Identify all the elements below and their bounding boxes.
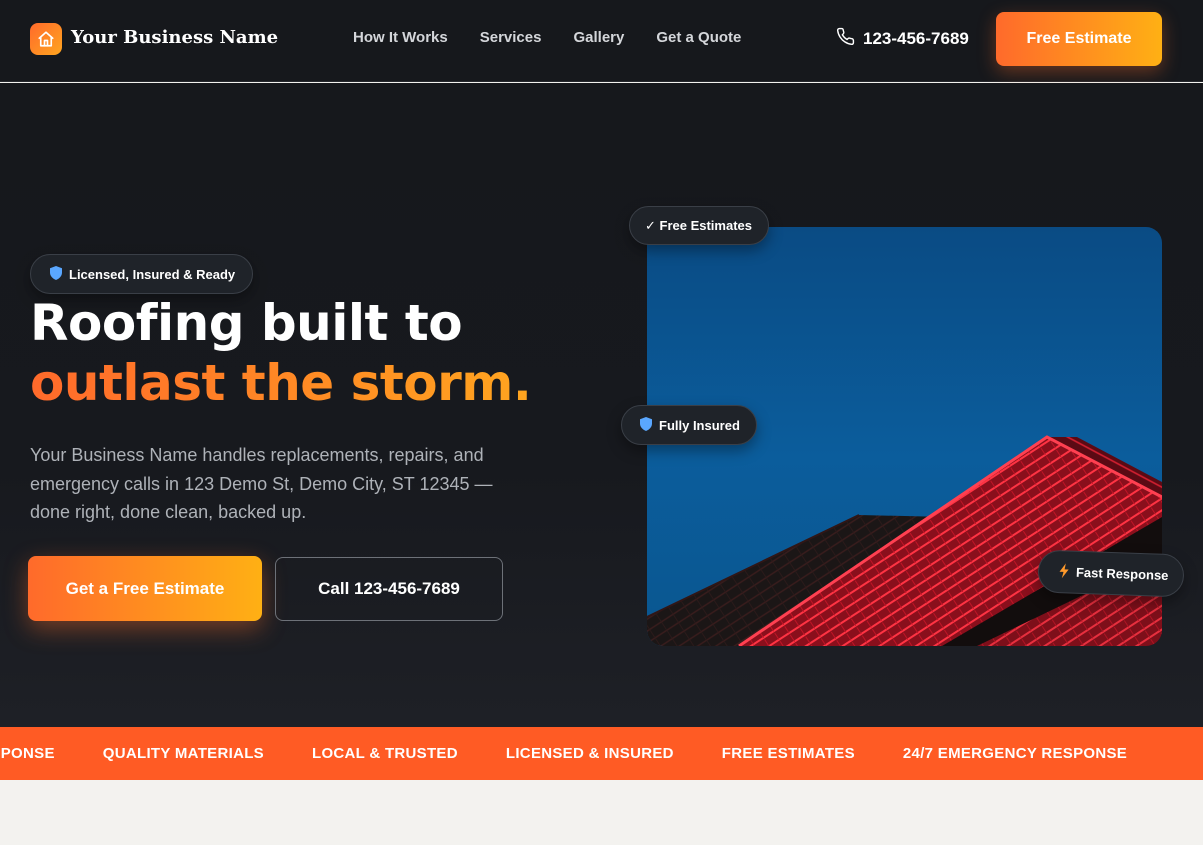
- ticker-item: LOCAL & TRUSTED: [311, 745, 458, 762]
- nav-link-how-it-works[interactable]: How It Works: [353, 29, 448, 49]
- free-estimate-button[interactable]: Free Estimate: [996, 12, 1162, 66]
- home-icon[interactable]: [30, 23, 62, 55]
- ticker-item: QUALITY MATERIALS: [102, 745, 264, 762]
- ticker-item: LICENSED & INSURED: [505, 745, 674, 762]
- fully-insured-badge: Fully Insured: [621, 405, 757, 445]
- hero-description: Your Business Name handles replacements,…: [30, 445, 493, 522]
- hero-section: Licensed, Insured & Ready Roofing built …: [0, 83, 1203, 727]
- features-ticker: RESPONSE QUALITY MATERIALS LOCAL & TRUST…: [0, 727, 1203, 780]
- next-section: [0, 780, 1203, 845]
- lightning-icon: [1059, 562, 1070, 581]
- get-free-estimate-button[interactable]: Get a Free Estimate: [28, 556, 262, 621]
- header-phone-link[interactable]: 123-456-7689: [836, 27, 969, 51]
- nav-link-gallery[interactable]: Gallery: [573, 29, 624, 49]
- shield-icon: [50, 265, 62, 283]
- brand-name[interactable]: Your Business Name: [71, 27, 278, 48]
- licensed-badge-label: Licensed, Insured & Ready: [69, 266, 236, 282]
- headline-line-1: Roofing built to: [30, 294, 463, 352]
- free-estimates-badge: ✓ Free Estimates: [629, 206, 769, 245]
- free-estimates-label: ✓ Free Estimates: [645, 217, 752, 233]
- ticker-item: 24/7 EMERGENCY RESPONSE: [902, 745, 1128, 762]
- nav-link-get-a-quote[interactable]: Get a Quote: [656, 29, 741, 49]
- phone-icon: [836, 27, 855, 51]
- ticker-item: FREE ESTIMATES: [721, 745, 855, 762]
- header-phone-number: 123-456-7689: [863, 29, 969, 48]
- hero-headline: Roofing built to outlast the storm.: [30, 293, 532, 413]
- headline-line-2: outlast the storm.: [30, 354, 532, 412]
- ticker-item: RESPONSE: [0, 745, 55, 762]
- site-header: Your Business Name How It Works Services…: [0, 0, 1203, 82]
- nav-link-services[interactable]: Services: [480, 29, 542, 49]
- shield-icon: [640, 416, 652, 434]
- main-nav: How It Works Services Gallery Get a Quot…: [353, 29, 741, 49]
- call-button[interactable]: Call 123-456-7689: [275, 557, 503, 621]
- fast-response-badge: Fast Response: [1037, 549, 1186, 598]
- fully-insured-label: Fully Insured: [659, 417, 740, 433]
- licensed-badge: Licensed, Insured & Ready: [30, 254, 254, 294]
- ticker-track: RESPONSE QUALITY MATERIALS LOCAL & TRUST…: [0, 727, 1127, 780]
- fast-response-label: Fast Response: [1075, 564, 1169, 583]
